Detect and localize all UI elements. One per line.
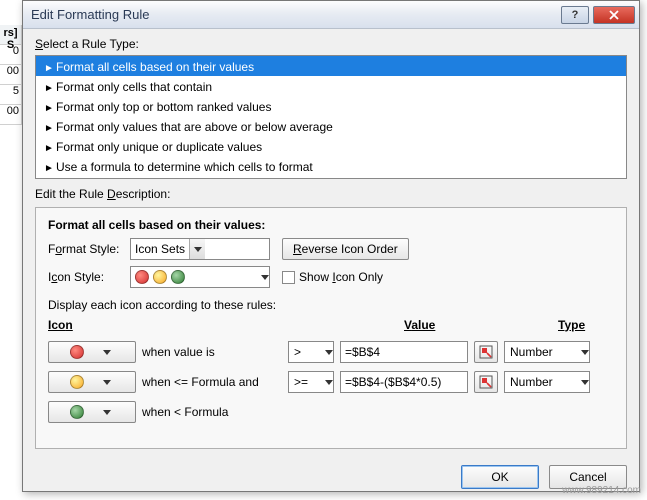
bg-cell: 00 [0, 65, 21, 85]
show-icon-only-checkbox[interactable] [282, 271, 295, 284]
bg-cell: 5 [0, 85, 21, 105]
chevron-down-icon [325, 350, 333, 355]
col-icon-header: Icon [48, 318, 188, 334]
rule-type-item[interactable]: ►Format only unique or duplicate values [36, 136, 626, 156]
reverse-icon-order-button[interactable]: Reverse Icon Order [282, 238, 409, 260]
operator-combo[interactable]: >= [288, 371, 334, 393]
value-input[interactable]: =$B$4 [340, 341, 468, 363]
bg-cell: 00 [0, 105, 21, 125]
dialog-title: Edit Formatting Rule [31, 7, 561, 22]
rule-type-list[interactable]: ►Format all cells based on their values … [35, 55, 627, 179]
rule-type-item[interactable]: ►Use a formula to determine which cells … [36, 156, 626, 176]
help-button[interactable]: ? [561, 6, 589, 24]
background-spreadsheet: rs] S 0 00 5 00 [0, 25, 22, 125]
col-type-header: Type [558, 318, 647, 332]
icon-selector[interactable] [48, 401, 136, 423]
icon-selector[interactable] [48, 371, 136, 393]
chevron-down-icon [581, 380, 589, 385]
traffic-light-yellow-icon [153, 270, 167, 284]
icon-selector[interactable] [48, 341, 136, 363]
operator-combo[interactable]: > [288, 341, 334, 363]
format-style-combo[interactable]: Icon Sets [130, 238, 270, 260]
type-combo[interactable]: Number [504, 371, 590, 393]
edit-formatting-rule-dialog: Edit Formatting Rule ? Select a Rule Typ… [22, 0, 640, 492]
chevron-down-icon [100, 380, 114, 385]
condition-text: when value is [142, 345, 282, 359]
chevron-down-icon [189, 239, 205, 259]
edit-rule-description-label: Edit the Rule Description: [35, 187, 627, 201]
rule-description-panel: Format all cells based on their values: … [35, 207, 627, 449]
watermark: www.989214.com [562, 485, 641, 496]
range-picker-button[interactable] [474, 341, 498, 363]
value-input[interactable]: =$B$4-($B$4*0.5) [340, 371, 468, 393]
traffic-light-green-icon [171, 270, 185, 284]
icon-rule-row: when value is > =$B$4 Number [48, 340, 614, 364]
traffic-light-yellow-icon [70, 375, 84, 389]
titlebar: Edit Formatting Rule ? [23, 1, 639, 29]
chevron-down-icon [581, 350, 589, 355]
rule-type-item[interactable]: ►Format only cells that contain [36, 76, 626, 96]
chevron-down-icon [100, 410, 114, 415]
chevron-down-icon [100, 350, 114, 355]
icon-rule-row: when < Formula [48, 400, 614, 424]
traffic-light-red-icon [70, 345, 84, 359]
dialog-footer: OK Cancel [23, 457, 639, 497]
rules-caption: Display each icon according to these rul… [48, 298, 614, 312]
chevron-down-icon [261, 275, 269, 280]
condition-text: when < Formula [142, 405, 282, 419]
description-heading: Format all cells based on their values: [48, 218, 614, 232]
format-style-label: Format Style: [48, 242, 130, 256]
rule-type-item[interactable]: ►Format only values that are above or be… [36, 116, 626, 136]
select-rule-type-label: Select a Rule Type: [35, 37, 627, 51]
icon-style-label: Icon Style: [48, 270, 130, 284]
bg-col-header: rs] S [0, 25, 21, 45]
traffic-light-red-icon [135, 270, 149, 284]
ok-button[interactable]: OK [461, 465, 539, 489]
show-icon-only-label: Show Icon Only [299, 270, 383, 284]
rule-type-item[interactable]: ►Format only top or bottom ranked values [36, 96, 626, 116]
condition-text: when <= Formula and [142, 375, 282, 389]
type-combo[interactable]: Number [504, 341, 590, 363]
close-button[interactable] [593, 6, 635, 24]
icon-style-combo[interactable] [130, 266, 270, 288]
chevron-down-icon [325, 380, 333, 385]
rule-type-item[interactable]: ►Format all cells based on their values [36, 56, 626, 76]
icon-rule-row: when <= Formula and >= =$B$4-($B$4*0.5) … [48, 370, 614, 394]
traffic-light-green-icon [70, 405, 84, 419]
icon-rules-table: Icon Value Type when value is > =$B$4 [48, 318, 614, 424]
range-picker-button[interactable] [474, 371, 498, 393]
